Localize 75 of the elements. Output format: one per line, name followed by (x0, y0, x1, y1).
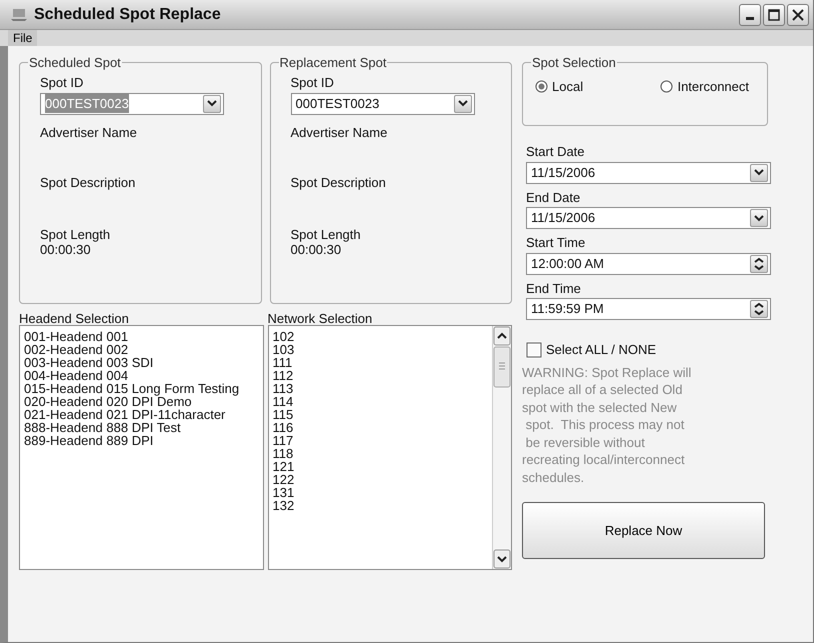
list-item[interactable]: 117 (268, 434, 492, 447)
maximize-icon (768, 8, 780, 20)
list-item[interactable]: 121 (268, 460, 492, 473)
field-label: End Date (526, 188, 582, 206)
field-label: Spot Description (40, 174, 136, 192)
minimize-button[interactable] (739, 4, 761, 26)
spot-length: 00:00:30 (40, 244, 92, 256)
spot-length: 00:00:30 (290, 244, 342, 256)
app-icon (10, 8, 28, 22)
spinner-icon (750, 254, 768, 272)
list-item[interactable]: 132 (268, 499, 492, 512)
list-item[interactable]: 118 (268, 447, 492, 460)
spot-id-value: 000TEST0023 (45, 94, 129, 114)
list-item[interactable]: 001-Headend 001 (20, 330, 262, 343)
field-label: Spot ID (290, 74, 335, 92)
field-label: Start Date (526, 143, 586, 161)
list-item[interactable]: 116 (268, 421, 492, 434)
field-label: Spot ID (40, 74, 84, 92)
group-title: Spot Selection (531, 56, 617, 69)
list-item[interactable]: 004-Headend 004 (20, 369, 262, 382)
close-button[interactable] (787, 4, 809, 26)
radio-icon (660, 80, 674, 94)
list-item[interactable]: 102 (268, 330, 492, 343)
field-label: Start Time (526, 234, 586, 252)
spot-id-combo[interactable]: 000TEST0023 (290, 92, 474, 114)
list-item[interactable]: 115 (268, 408, 492, 421)
field-label: Spot Length (40, 226, 112, 244)
list-item[interactable]: 103 (268, 343, 492, 356)
minimize-icon (746, 17, 754, 20)
field-label: Spot Length (290, 226, 362, 244)
group-title: Scheduled Spot (28, 56, 122, 69)
list-item[interactable]: 888-Headend 888 DPI Test (20, 421, 262, 434)
time-picker[interactable]: 11:59:59 PM (526, 298, 771, 320)
group-title: Replacement Spot (278, 56, 388, 69)
close-icon (792, 8, 804, 20)
list-item[interactable]: 021-Headend 021 DPI-11character (20, 408, 262, 421)
replace-now-button[interactable]: Replace Now (522, 502, 765, 559)
list-label: Network Selection (268, 312, 374, 325)
list-item[interactable]: 111 (268, 356, 492, 369)
field-label: Advertiser Name (40, 124, 138, 142)
radio-option[interactable]: Interconnect (660, 77, 749, 96)
list-item[interactable]: 020-Headend 020 DPI Demo (20, 395, 262, 408)
radio-option[interactable]: Local (535, 77, 584, 96)
dropdown-icon (203, 94, 221, 112)
scroll-thumb[interactable] (493, 346, 511, 388)
maximize-button[interactable] (763, 4, 785, 26)
dropdown-icon (750, 164, 768, 182)
checkbox-icon (526, 342, 542, 358)
warning-text: WARNING: Spot Replace will replace all of a selected Old spot with the selected New spot. This process may not be reversible without recreating local/interconnect schedules. (522, 364, 692, 486)
list-label: Headend Selection (19, 312, 130, 325)
dropdown-icon (454, 94, 472, 112)
dropdown-icon (750, 209, 768, 227)
date-picker[interactable]: 11/15/2006 (526, 207, 771, 229)
list-item[interactable]: 002-Headend 002 (20, 343, 262, 356)
list-item[interactable]: 131 (268, 486, 492, 499)
list-item[interactable]: 015-Headend 015 Long Form Testing (20, 382, 262, 395)
spinner-icon (750, 300, 768, 318)
list-item[interactable]: 889-Headend 889 DPI (20, 434, 262, 447)
list-item[interactable]: 122 (268, 473, 492, 486)
time-picker[interactable]: 12:00:00 AM (526, 252, 771, 274)
select-all-checkbox[interactable]: Select ALL / NONE (522, 340, 768, 360)
scroll-down-button[interactable] (493, 549, 511, 569)
menu-item[interactable]: File (8, 30, 38, 46)
list-item[interactable]: 003-Headend 003 SDI (20, 356, 262, 369)
list-item[interactable]: 114 (268, 395, 492, 408)
radio-icon (535, 80, 548, 94)
spot-id-value: 000TEST0023 (296, 94, 380, 113)
date-picker[interactable]: 11/15/2006 (526, 162, 771, 184)
window-title: Scheduled Spot Replace (34, 4, 222, 24)
scroll-up-button[interactable] (493, 326, 511, 346)
field-label: Spot Description (290, 174, 387, 192)
list-item[interactable]: 113 (268, 382, 492, 395)
list-item[interactable]: 112 (268, 369, 492, 382)
field-label: Advertiser Name (290, 124, 388, 142)
field-label: End Time (526, 280, 582, 298)
